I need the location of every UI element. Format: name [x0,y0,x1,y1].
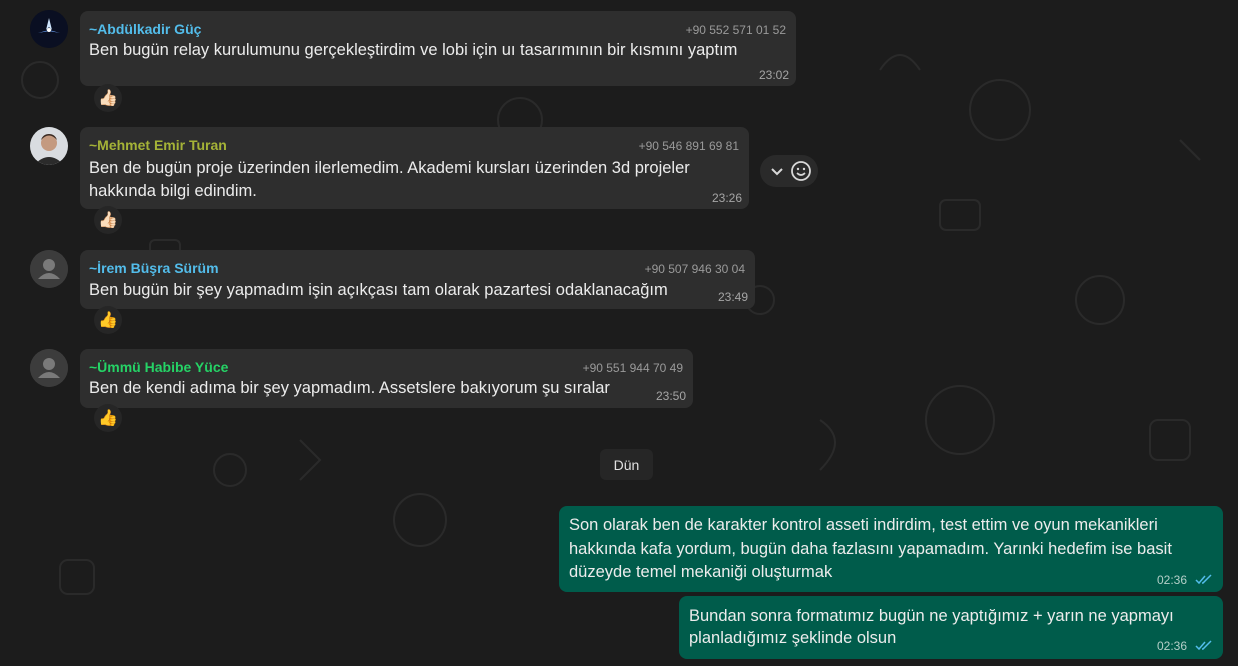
avatar[interactable] [30,250,68,288]
message-text: Ben de kendi adıma bir şey yapmadım. Ass… [89,379,610,397]
message-time: 23:50 [655,389,686,403]
message-text-line: düzeyde temel mekaniği oluşturmak [569,563,833,581]
message-text: Ben bugün bir şey yapmadım işin açıkçası… [89,281,668,299]
sender-name[interactable]: ~Mehmet Emir Turan [89,137,227,153]
message-hover-controls [760,155,818,187]
default-avatar-icon [30,349,68,387]
message-bubble-outgoing[interactable]: Bundan sonra formatımız bugün ne yaptığı… [679,596,1223,659]
default-avatar-icon [30,250,68,288]
message-bubble-incoming[interactable]: ~İrem Büşra Sürüm +90 507 946 30 04 Ben … [80,250,755,309]
logo-avatar-icon [30,10,68,48]
message-text-line: planladığımız şeklinde olsun [689,629,897,647]
message-bubble-outgoing[interactable]: Son olarak ben de karakter kontrol asset… [559,506,1223,592]
reaction-badge[interactable]: 👍🏻 [94,206,122,234]
message-time: 02:36 [1156,639,1187,653]
read-ticks-icon [1195,574,1212,585]
message-text: Ben bugün relay kurulumunu gerçekleştird… [89,41,738,59]
read-ticks-icon [1195,640,1212,651]
reaction-badge[interactable]: 👍 [94,306,122,334]
message-time: 02:36 [1156,573,1187,587]
thumbs-up-icon: 👍🏻 [98,212,118,229]
sender-phone: +90 507 946 30 04 [644,262,745,276]
reaction-badge[interactable]: 👍🏻 [94,84,122,112]
avatar[interactable] [30,10,68,48]
thumbs-up-icon: 👍 [98,410,118,427]
photo-avatar-icon [30,127,68,165]
sender-name[interactable]: ~Ümmü Habibe Yüce [89,359,228,375]
message-bubble-incoming[interactable]: ~Ümmü Habibe Yüce +90 551 944 70 49 Ben … [80,349,693,408]
message-text-line: hakkında bilgi edindim. [89,182,257,200]
message-text-line: hakkında kafa yordum, bugün daha fazlası… [569,540,1172,558]
reaction-badge[interactable]: 👍 [94,404,122,432]
message-time: 23:26 [711,191,742,205]
chevron-down-icon[interactable] [771,168,783,176]
message-text-line: Bundan sonra formatımız bugün ne yaptığı… [689,607,1174,625]
avatar[interactable] [30,127,68,165]
message-bubble-incoming[interactable]: ~Abdülkadir Güç +90 552 571 01 52 Ben bu… [80,11,796,86]
sender-phone: +90 552 571 01 52 [685,23,786,37]
message-time: 23:49 [717,290,748,304]
sender-name[interactable]: ~Abdülkadir Güç [89,21,201,37]
message-time: 23:02 [758,68,789,82]
avatar[interactable] [30,349,68,387]
sender-phone: +90 551 944 70 49 [582,361,683,375]
sender-name[interactable]: ~İrem Büşra Sürüm [89,260,219,276]
sender-phone: +90 546 891 69 81 [638,139,739,153]
message-text-line: Ben de bugün proje üzerinden ilerlemedim… [89,159,690,177]
emoji-icon[interactable] [791,161,811,181]
thumbs-up-icon: 👍 [98,312,118,329]
message-text-line: Son olarak ben de karakter kontrol asset… [569,516,1158,534]
date-divider: Dün [600,449,653,480]
message-bubble-incoming[interactable]: ~Mehmet Emir Turan +90 546 891 69 81 Ben… [80,127,749,209]
thumbs-up-icon: 👍🏻 [98,90,118,107]
